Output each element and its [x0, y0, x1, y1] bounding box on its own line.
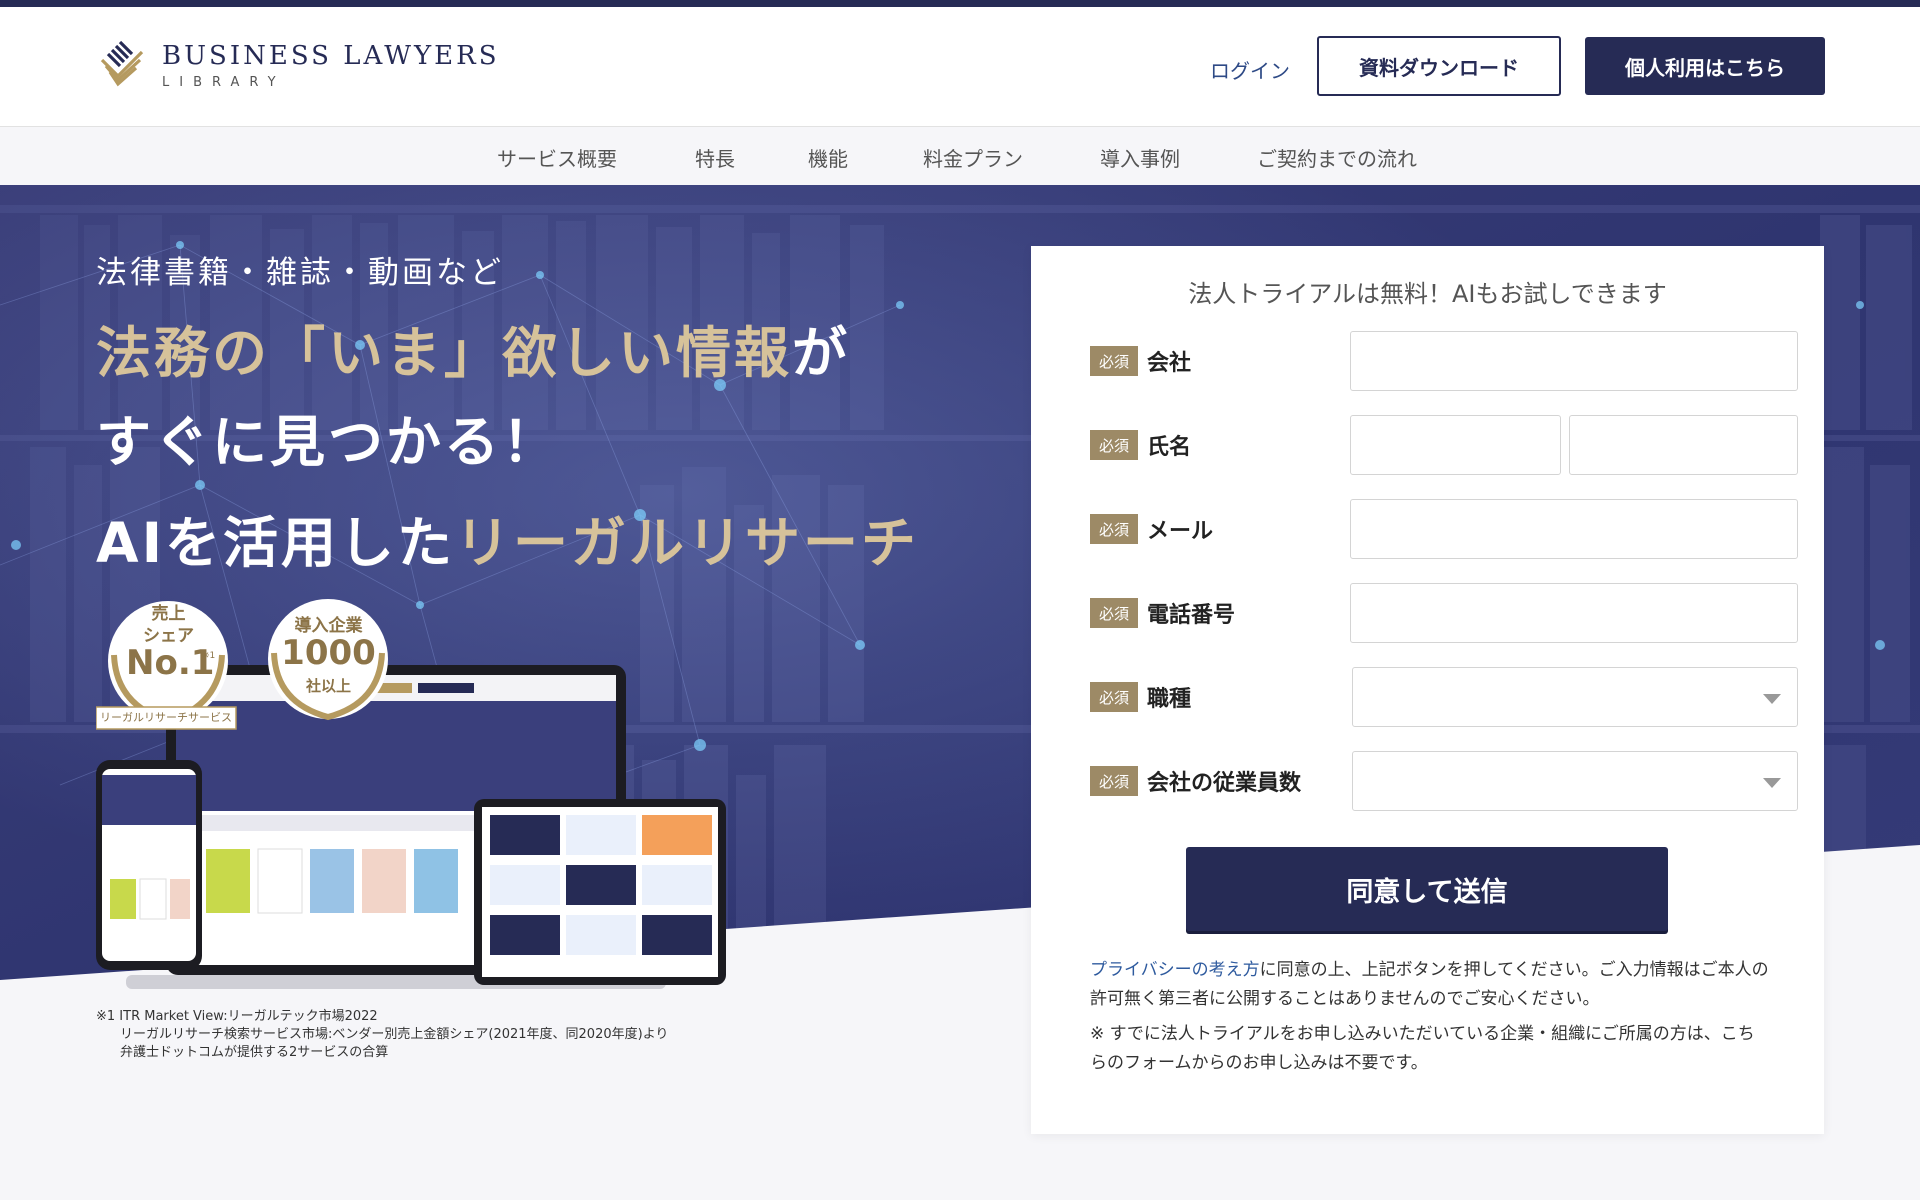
required-badge: 必須 — [1090, 430, 1138, 460]
companies-1000-badge: 導入企業 1000 社以上 — [256, 595, 401, 725]
required-badge: 必須 — [1090, 682, 1138, 712]
employees-label: 会社の従業員数 — [1147, 771, 1302, 796]
site-logo[interactable]: BUSINESS LAWYERS LIBRARY — [96, 40, 500, 90]
logo-subtitle: LIBRARY — [162, 74, 286, 90]
employees-select[interactable] — [1352, 751, 1798, 811]
trial-signup-form: 法人トライアルは無料！AIもお試しできます 必須 会社 必須 氏名 必須 メール… — [1031, 246, 1824, 1134]
hero-headline-line3: AIを活用したリーガルリサーチ — [96, 498, 919, 578]
sales-share-no1-badge: 売上 シェア No.1 ※1 リーガルリサーチサービス — [96, 595, 241, 737]
chevron-down-icon — [1763, 694, 1781, 704]
hero-subheading: 法律書籍・雑誌・動画など — [96, 255, 504, 291]
job-select[interactable] — [1352, 667, 1798, 727]
name-row: 必須 氏名 — [1090, 415, 1798, 475]
badge1-big-text: No.1 — [126, 643, 215, 683]
nav-item-case-studies[interactable]: 導入事例 — [1100, 143, 1180, 172]
required-badge: 必須 — [1090, 346, 1138, 376]
badge1-ribbon-text: リーガルリサーチサービス — [100, 711, 232, 724]
hero-headline-line1: 法務の「いま」欲しい情報が — [96, 308, 850, 388]
company-row: 必須 会社 — [1090, 331, 1798, 391]
required-badge: 必須 — [1090, 766, 1138, 796]
hero-headline-gold-1: 法務の「いま」欲しい情報 — [96, 321, 793, 385]
phone-label: 電話番号 — [1147, 603, 1236, 628]
badge2-bottom-text: 社以上 — [305, 677, 351, 695]
footnote-line: 弁護士ドットコムが提供する2サービスの合算 — [120, 1045, 389, 1060]
email-label: メール — [1147, 519, 1214, 544]
email-row: 必須 メール — [1090, 499, 1798, 559]
first-name-input[interactable] — [1569, 415, 1798, 475]
badge1-footnote-mark: ※1 — [202, 651, 216, 661]
nav-item-pricing[interactable]: 料金プラン — [923, 143, 1023, 172]
logo-title: BUSINESS LAWYERS — [162, 40, 500, 71]
required-badge: 必須 — [1090, 514, 1138, 544]
email-input[interactable] — [1350, 499, 1798, 559]
chevron-down-icon — [1763, 778, 1781, 788]
job-row: 必須 職種 — [1090, 667, 1798, 727]
nav-item-service-overview[interactable]: サービス概要 — [497, 143, 617, 172]
hero-headline-white-3: AIを活用した — [96, 511, 456, 575]
nav-item-features[interactable]: 特長 — [695, 143, 735, 172]
main-nav: サービス概要 特長 機能 料金プラン 導入事例 ご契約までの流れ — [0, 127, 1920, 185]
company-input[interactable] — [1350, 331, 1798, 391]
trial-note: ※ すでに法人トライアルをお申し込みいただいている企業・組織にご所属の方は、こち… — [1090, 1024, 1755, 1073]
privacy-note: プライバシーの考え方に同意の上、上記ボタンを押してください。ご入力情報はご本人の… — [1090, 956, 1770, 1014]
name-label: 氏名 — [1147, 435, 1192, 460]
top-accent-bar — [0, 0, 1920, 7]
footnote-line: ※1 ITR Market View:リーガルテック市場2022 — [96, 1009, 378, 1024]
footnote-line: リーガルリサーチ検索サービス市場:ベンダー別売上金額シェア(2021年度、同20… — [120, 1027, 669, 1042]
site-header: BUSINESS LAWYERS LIBRARY ログイン 資料ダウンロード 個… — [0, 7, 1920, 127]
agree-submit-button[interactable]: 同意して送信 — [1186, 847, 1668, 931]
required-badge: 必須 — [1090, 598, 1138, 628]
last-name-input[interactable] — [1350, 415, 1561, 475]
badge2-big-text: 1000 — [281, 633, 376, 673]
company-label: 会社 — [1147, 351, 1192, 376]
employees-row: 必須 会社の従業員数 — [1090, 751, 1798, 811]
hero-headline-line2: すぐに見つかる！ — [96, 410, 561, 474]
phone-row: 必須 電話番号 — [1090, 583, 1798, 643]
login-link[interactable]: ログイン — [1210, 55, 1290, 84]
form-title: 法人トライアルは無料！AIもお試しできます — [1188, 280, 1667, 308]
download-materials-button[interactable]: 資料ダウンロード — [1317, 36, 1561, 96]
hero-footnote: ※1 ITR Market View:リーガルテック市場2022 リーガルリサー… — [96, 1008, 668, 1062]
hero-headline-white-1: が — [792, 321, 851, 385]
privacy-policy-link[interactable]: プライバシーの考え方 — [1090, 960, 1260, 980]
nav-item-contract-flow[interactable]: ご契約までの流れ — [1257, 143, 1417, 172]
job-label: 職種 — [1147, 687, 1192, 712]
phone-input[interactable] — [1350, 583, 1798, 643]
logo-mark-icon — [100, 40, 144, 87]
hero-headline-gold-3: リーガルリサーチ — [455, 511, 920, 575]
nav-item-functions[interactable]: 機能 — [808, 143, 848, 172]
personal-use-button[interactable]: 個人利用はこちら — [1585, 37, 1825, 95]
